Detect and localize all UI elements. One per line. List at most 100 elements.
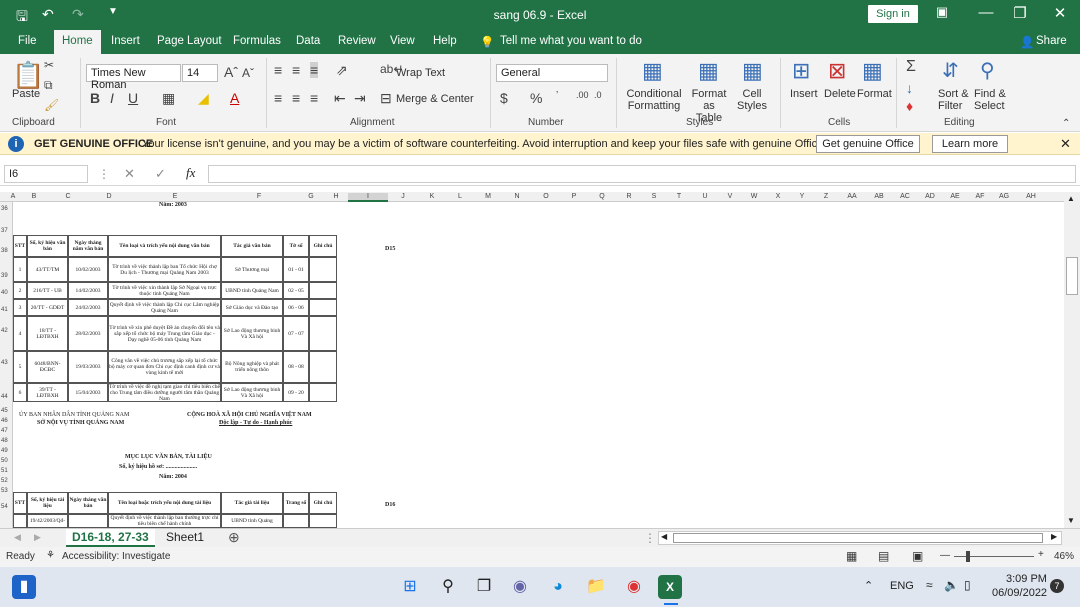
table-cell[interactable]: 5 — [13, 351, 27, 383]
table-cell[interactable]: 07 - 07 — [283, 316, 309, 351]
table-cell[interactable]: Sở Giáo dục và Đào tạo — [221, 299, 283, 316]
task-view-icon[interactable]: ❐ — [472, 575, 496, 599]
delete-cells-button[interactable]: Delete — [824, 88, 856, 100]
insert-cells-icon[interactable]: ⊞ — [792, 58, 810, 84]
table-cell[interactable]: 06 - 06 — [283, 299, 309, 316]
table-cell[interactable] — [309, 351, 337, 383]
clock-date[interactable]: 06/09/2022 — [992, 587, 1047, 599]
column-header[interactable]: O — [532, 193, 560, 200]
percent-icon[interactable]: % — [530, 90, 542, 106]
column-header[interactable]: AF — [968, 193, 992, 200]
normal-view-icon[interactable]: ▦ — [846, 549, 857, 563]
table-cell[interactable]: 14/02/2003 — [68, 282, 108, 299]
column-header[interactable]: N — [502, 193, 532, 200]
cancel-icon[interactable]: ✕ — [124, 166, 135, 182]
column-header[interactable]: AD — [918, 193, 942, 200]
table-cell[interactable] — [68, 514, 108, 528]
conditional-formatting-button[interactable]: Conditional Formatting — [626, 88, 682, 112]
get-genuine-office-button[interactable]: Get genuine Office — [816, 135, 920, 153]
table-cell[interactable] — [283, 514, 309, 528]
column-header[interactable]: H — [324, 193, 348, 200]
table-cell[interactable]: 10/02/2003 — [68, 257, 108, 282]
tab-page-layout[interactable]: Page Layout — [157, 35, 222, 47]
table-cell[interactable]: 19/03/2003 — [68, 351, 108, 383]
table-cell[interactable]: 39/TT - LĐTBXH — [27, 383, 68, 402]
row-header[interactable]: 49 — [1, 448, 8, 454]
cell-styles-icon[interactable]: ▦ — [742, 58, 763, 84]
cell-styles-button[interactable]: Cell Styles — [734, 88, 770, 112]
column-header[interactable]: AB — [866, 193, 892, 200]
borders-icon[interactable]: ▦ — [162, 90, 175, 107]
column-header[interactable]: P — [560, 193, 588, 200]
orientation-icon[interactable]: ⇗ — [336, 62, 348, 79]
column-header[interactable]: R — [616, 193, 642, 200]
row-header[interactable]: 43 — [1, 360, 8, 366]
zoom-in-icon[interactable]: + — [1038, 549, 1044, 560]
table-cell[interactable]: Tờ trình về việc đề nghị tạm giao chỉ ti… — [108, 383, 221, 402]
table-cell[interactable]: UBND tỉnh Quảng — [221, 514, 283, 528]
column-header[interactable]: AG — [992, 193, 1016, 200]
excel-taskbar-icon[interactable]: X — [658, 575, 682, 599]
vertical-scrollbar[interactable]: ▲ ▼ — [1064, 192, 1080, 528]
decrease-indent-icon[interactable]: ⇤ — [334, 90, 346, 107]
table-cell[interactable]: 43/TT/TM — [27, 257, 68, 282]
row-header[interactable]: 42 — [1, 328, 8, 334]
table-cell[interactable]: Tờ trình về việc xin thành lập Sở Ngoại … — [108, 282, 221, 299]
format-cells-icon[interactable]: ▦ — [862, 58, 883, 84]
column-header[interactable]: Z — [814, 193, 838, 200]
table-cell[interactable]: 08 - 08 — [283, 351, 309, 383]
wrap-text-button[interactable]: Wrap Text — [396, 67, 445, 79]
underline-icon[interactable]: U — [128, 90, 138, 106]
bold-icon[interactable]: B — [90, 90, 100, 106]
italic-icon[interactable]: I — [110, 90, 114, 106]
prev-sheet-icon[interactable]: ◀ — [14, 532, 21, 543]
tab-help[interactable]: Help — [433, 35, 457, 47]
column-header[interactable]: G — [298, 193, 324, 200]
column-header[interactable]: AA — [838, 193, 866, 200]
row-header[interactable]: 48 — [1, 438, 8, 444]
ribbon-display-icon[interactable]: ▣ — [930, 4, 954, 20]
restore-button[interactable]: ❐ — [1008, 4, 1032, 22]
clock-time[interactable]: 3:09 PM — [1006, 573, 1047, 585]
increase-indent-icon[interactable]: ⇥ — [354, 90, 366, 107]
scroll-up-icon[interactable]: ▲ — [1067, 194, 1075, 203]
row-header[interactable]: 40 — [1, 290, 8, 296]
scroll-down-icon[interactable]: ▼ — [1067, 516, 1075, 525]
column-header[interactable]: I — [348, 193, 388, 202]
battery-icon[interactable]: ▯ — [964, 578, 971, 592]
column-header[interactable]: S — [642, 193, 666, 200]
font-color-icon[interactable]: A — [230, 90, 239, 106]
column-header[interactable]: D — [88, 193, 130, 200]
table-cell[interactable]: Công văn về việc chủ trương sắp xếp lại … — [108, 351, 221, 383]
row-header[interactable]: 37 — [1, 228, 8, 234]
table-cell[interactable]: 24/02/2003 — [68, 299, 108, 316]
decrease-decimal-icon[interactable]: .0 — [594, 90, 602, 100]
column-header[interactable]: E — [130, 193, 220, 200]
column-header[interactable]: L — [446, 193, 474, 200]
find-select-button[interactable]: Find & Select — [974, 88, 1006, 112]
enter-icon[interactable]: ✓ — [155, 166, 166, 182]
share-button[interactable]: Share — [1036, 35, 1067, 47]
column-header[interactable]: V — [718, 193, 742, 200]
tab-home[interactable]: Home — [54, 30, 101, 54]
add-sheet-icon[interactable]: ⊕ — [228, 529, 240, 546]
column-header[interactable]: AC — [892, 193, 918, 200]
table-cell[interactable] — [309, 282, 337, 299]
teams-icon[interactable]: ◉ — [508, 575, 532, 599]
learn-more-button[interactable]: Learn more — [932, 135, 1008, 153]
row-header[interactable]: 36 — [1, 206, 8, 212]
decrease-font-icon[interactable]: Aˇ — [242, 66, 254, 80]
table-cell[interactable]: 6 — [13, 383, 27, 402]
start-icon[interactable]: ⊞ — [398, 575, 422, 599]
table-cell[interactable]: 1 — [13, 257, 27, 282]
tab-formulas[interactable]: Formulas — [233, 35, 281, 47]
edge-icon[interactable]: ◕ — [546, 575, 570, 599]
fill-icon[interactable]: ↓ — [906, 80, 913, 96]
table-cell[interactable]: Sở Lao động thương binh Và Xã hội — [221, 383, 283, 402]
table-cell[interactable]: Sở Thương mại — [221, 257, 283, 282]
find-select-icon[interactable]: ⚲ — [980, 58, 995, 83]
table-cell[interactable]: 01 - 01 — [283, 257, 309, 282]
table-cell[interactable] — [309, 383, 337, 402]
sign-in-button[interactable]: Sign in — [868, 5, 918, 23]
row-header[interactable]: 38 — [1, 248, 8, 254]
